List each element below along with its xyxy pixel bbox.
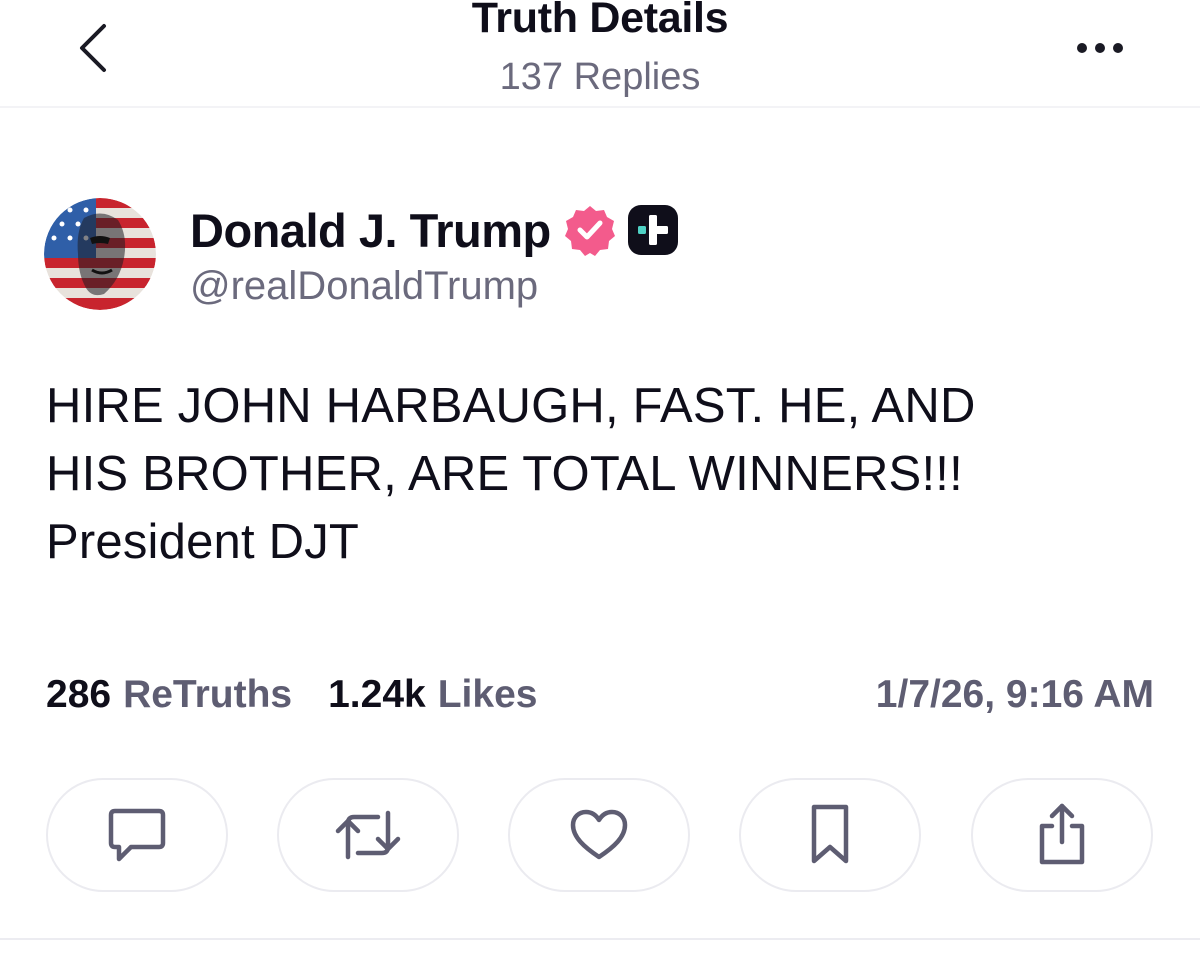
post-line: HIS BROTHER, ARE TOTAL WINNERS!!! — [46, 447, 963, 501]
like-button[interactable] — [508, 778, 690, 892]
post-line: HIRE JOHN HARBAUGH, FAST. HE, AND — [46, 379, 976, 433]
likes-stat[interactable]: 1.24k Likes — [328, 673, 537, 717]
author-name[interactable]: Donald J. Trump — [190, 203, 551, 258]
bookmark-button[interactable] — [739, 778, 921, 892]
page-title: Truth Details — [471, 0, 729, 42]
share-icon — [1039, 803, 1085, 865]
divider — [0, 938, 1200, 940]
reply-button[interactable] — [46, 778, 228, 892]
engagement-stats: 286 ReTruths 1.24k Likes — [46, 668, 537, 722]
likes-label: Likes — [437, 673, 538, 716]
post-line: President DJT — [46, 515, 360, 569]
likes-count: 1.24k — [328, 673, 426, 716]
reply-count[interactable]: 137 Replies — [0, 56, 1200, 99]
avatar-flag-portrait-icon — [44, 198, 156, 310]
retruth-icon — [335, 810, 401, 860]
retruths-count: 286 — [46, 673, 112, 716]
retruths-label: ReTruths — [123, 673, 293, 716]
more-horizontal-icon — [1077, 43, 1123, 53]
post-timestamp: 1/7/26, 9:16 AM — [875, 673, 1154, 716]
avatar[interactable] — [44, 198, 156, 310]
more-options-button[interactable] — [1070, 26, 1130, 70]
retruths-stat[interactable]: 286 ReTruths — [46, 673, 292, 717]
reply-icon — [108, 808, 166, 862]
verified-badge-icon — [563, 203, 617, 257]
post-body: HIRE JOHN HARBAUGH, FAST. HE, AND HIS BR… — [46, 372, 1166, 576]
share-button[interactable] — [971, 778, 1153, 892]
truth-plus-badge-icon — [627, 204, 679, 256]
author-handle[interactable]: @realDonaldTrump — [190, 264, 538, 309]
bookmark-icon — [811, 804, 849, 864]
retruth-button[interactable] — [277, 778, 459, 892]
like-heart-icon — [570, 809, 628, 860]
author-name-row: Donald J. Trump — [190, 200, 679, 260]
top-bar: Truth Details 137 Replies — [0, 0, 1200, 108]
truth-details-screen: Truth Details 137 Replies Donald J. Trum… — [0, 0, 1200, 963]
